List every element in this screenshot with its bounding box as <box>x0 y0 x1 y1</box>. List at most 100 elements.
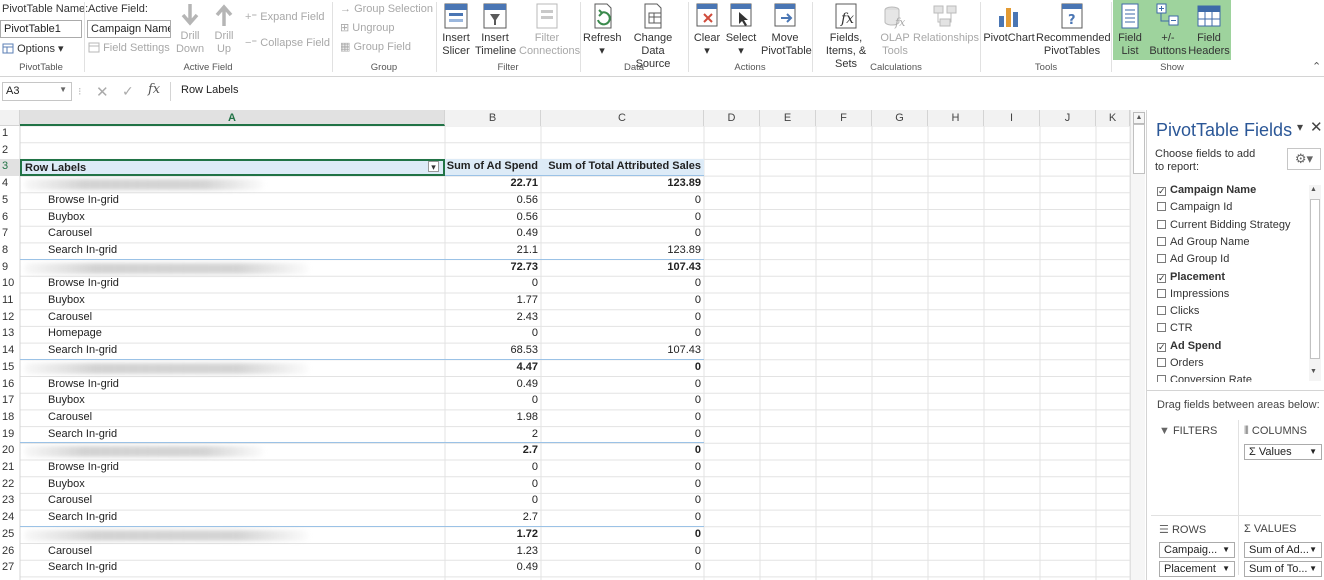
pivot-item-label[interactable]: Search In-grid <box>20 343 445 360</box>
row-header[interactable]: 14 <box>0 343 20 360</box>
attributed-sales-value[interactable]: 107.43 <box>541 343 704 360</box>
insert-timeline-button[interactable]: Insert Timeline <box>474 2 516 58</box>
field-item[interactable]: ✓ Campaign Name <box>1157 182 1256 199</box>
ad-spend-value[interactable]: 0.49 <box>445 377 541 394</box>
attributed-sales-value[interactable]: 0 <box>541 443 704 460</box>
change-data-source-button[interactable]: Change Data Source <box>622 2 684 71</box>
column-header-j[interactable]: J <box>1040 110 1096 126</box>
checkbox-icon[interactable] <box>1157 323 1166 333</box>
field-headers-button[interactable]: Field Headers <box>1188 2 1230 58</box>
pivot-item-label[interactable]: Search In-grid <box>20 510 445 527</box>
scrollbar-thumb[interactable] <box>1133 124 1145 174</box>
field-item[interactable]: Orders <box>1157 355 1204 372</box>
attributed-sales-value[interactable]: 0 <box>541 477 704 494</box>
scroll-up-arrow-icon[interactable]: ▲ <box>1133 112 1145 124</box>
column-header-k[interactable]: K <box>1096 110 1130 126</box>
pivot-group-label[interactable] <box>20 260 445 277</box>
formula-input[interactable]: Row Labels <box>170 82 1324 101</box>
checkbox-checked-icon[interactable]: ✓ <box>1157 342 1166 352</box>
row-labels-filter-dropdown-icon[interactable]: ▾ <box>428 161 439 173</box>
close-pane-icon[interactable]: ✕ <box>1310 118 1323 136</box>
attributed-sales-value[interactable]: 0 <box>541 393 704 410</box>
column-header-h[interactable]: H <box>928 110 984 126</box>
dropdown-arrow-icon[interactable]: ▼ <box>1309 543 1317 557</box>
pivottable-name-input[interactable]: PivotTable1 <box>0 20 82 38</box>
attributed-sales-value[interactable]: 0 <box>541 360 704 377</box>
field-item[interactable]: Ad Group Id <box>1157 251 1229 268</box>
row-header[interactable]: 24 <box>0 510 20 527</box>
ad-spend-value[interactable]: 2.7 <box>445 510 541 527</box>
active-field-input[interactable]: Campaign Name <box>87 20 171 38</box>
ad-spend-value[interactable]: 2.43 <box>445 310 541 327</box>
pivot-item-label[interactable]: Buybox <box>20 293 445 310</box>
enter-checkmark-icon[interactable]: ✓ <box>122 83 134 100</box>
field-list-scrollbar[interactable]: ▲ ▼ <box>1309 185 1321 381</box>
ad-spend-value[interactable]: 1.23 <box>445 544 541 561</box>
dropdown-arrow-icon[interactable]: ▼ <box>1309 445 1317 459</box>
ad-spend-value[interactable]: 4.47 <box>445 360 541 377</box>
pivot-group-label[interactable] <box>20 443 445 460</box>
pivot-item-label[interactable]: Search In-grid <box>20 427 445 444</box>
drill-up-button[interactable]: Drill Up <box>208 2 240 56</box>
ad-spend-value[interactable]: 2 <box>445 427 541 444</box>
ad-spend-value[interactable]: 2.7 <box>445 443 541 460</box>
pivot-item-label[interactable]: Buybox <box>20 393 445 410</box>
row-header[interactable]: 8 <box>0 243 20 260</box>
attributed-sales-value[interactable]: 0 <box>541 310 704 327</box>
pivot-group-label[interactable] <box>20 360 445 377</box>
field-scroll-down-icon[interactable]: ▼ <box>1310 368 1317 375</box>
column-header-a[interactable]: A <box>20 110 445 126</box>
attributed-sales-value[interactable]: 0 <box>541 427 704 444</box>
checkbox-icon[interactable] <box>1157 375 1166 382</box>
pivot-item-label[interactable]: Carousel <box>20 310 445 327</box>
values-item-ad-spend[interactable]: Sum of Ad... ▼ <box>1244 542 1322 558</box>
field-scroll-thumb[interactable] <box>1310 199 1320 359</box>
row-header[interactable]: 12 <box>0 310 20 327</box>
ad-spend-value[interactable]: 0 <box>445 393 541 410</box>
row-header[interactable]: 1 <box>0 126 20 143</box>
drill-down-button[interactable]: Drill Down <box>174 2 206 56</box>
clear-button[interactable]: Clear ▾ <box>692 2 722 58</box>
checkbox-icon[interactable] <box>1157 288 1166 298</box>
dropdown-arrow-icon[interactable]: ▼ <box>1309 562 1317 576</box>
group-selection-button[interactable]: → Group Selection <box>340 3 433 15</box>
field-item[interactable]: Current Bidding Strategy <box>1157 217 1290 234</box>
attributed-sales-value[interactable]: 123.89 <box>541 176 704 193</box>
field-item[interactable]: Clicks <box>1157 303 1199 320</box>
ad-spend-value[interactable]: 0 <box>445 326 541 343</box>
ungroup-button[interactable]: ⊞ Ungroup <box>340 21 394 34</box>
row-header[interactable]: 22 <box>0 477 20 494</box>
ad-spend-value[interactable]: 68.53 <box>445 343 541 360</box>
attributed-sales-value[interactable]: 123.89 <box>541 243 704 260</box>
row-header[interactable]: 19 <box>0 427 20 444</box>
dropdown-arrow-icon[interactable]: ▼ <box>1222 543 1230 557</box>
columns-values-item[interactable]: Σ Values ▼ <box>1244 444 1322 460</box>
collapse-field-button[interactable]: −⁼ Collapse Field <box>245 36 330 49</box>
row-header[interactable]: 21 <box>0 460 20 477</box>
field-item[interactable]: Impressions <box>1157 286 1229 303</box>
column-header-g[interactable]: G <box>872 110 928 126</box>
rows-item-campaign[interactable]: Campaig... ▼ <box>1159 542 1235 558</box>
ad-spend-value[interactable]: 0.49 <box>445 560 541 577</box>
header-sum-ad-spend[interactable]: Sum of Ad Spend <box>445 159 541 177</box>
column-header-e[interactable]: E <box>760 110 816 126</box>
name-box[interactable]: A3 ▼ <box>2 82 72 101</box>
plus-minus-buttons-button[interactable]: +/- Buttons <box>1148 2 1188 58</box>
row-header[interactable]: 4 <box>0 176 20 193</box>
field-item[interactable]: ✓ Ad Spend <box>1157 338 1221 355</box>
attributed-sales-value[interactable]: 0 <box>541 527 704 544</box>
attributed-sales-value[interactable]: 0 <box>541 276 704 293</box>
ad-spend-value[interactable]: 0.56 <box>445 210 541 227</box>
row-header[interactable]: 23 <box>0 493 20 510</box>
dropdown-arrow-icon[interactable]: ▼ <box>1222 562 1230 576</box>
column-header-b[interactable]: B <box>445 110 541 126</box>
ad-spend-value[interactable]: 0 <box>445 276 541 293</box>
insert-function-icon[interactable]: fx <box>148 82 160 97</box>
recommended-pivottables-button[interactable]: ? Recommended PivotTables <box>1036 2 1111 58</box>
cancel-icon[interactable]: ✕ <box>96 83 109 101</box>
row-header[interactable]: 26 <box>0 544 20 561</box>
checkbox-icon[interactable] <box>1157 306 1166 316</box>
row-header[interactable]: 3 <box>0 159 20 177</box>
row-header[interactable]: 10 <box>0 276 20 293</box>
values-item-total-sales[interactable]: Sum of To... ▼ <box>1244 561 1322 577</box>
